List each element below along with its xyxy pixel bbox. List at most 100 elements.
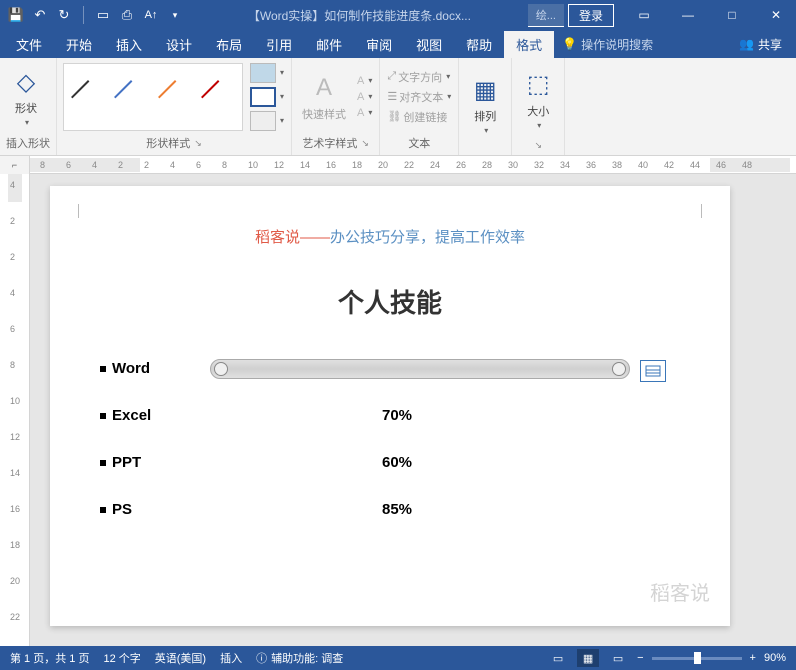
layout-options-icon[interactable] [640, 360, 666, 382]
ruler-corner[interactable]: ⌐ [0, 156, 30, 174]
close-icon[interactable]: ✕ [756, 0, 796, 30]
line-style-dark[interactable] [72, 81, 104, 113]
document-scroll[interactable]: 稻客说——办公技巧分享，提高工作效率 个人技能 Word Excel 70% [30, 174, 796, 646]
tell-me-search[interactable]: 💡 操作说明搜索 [562, 36, 653, 53]
progress-bar-word[interactable] [210, 359, 630, 379]
size-icon: ⬚ [522, 69, 554, 101]
text-direction-button: ⤢文字方向▾ [386, 68, 452, 86]
status-insert[interactable]: 插入 [220, 650, 242, 666]
group-insert-shape: ◇ 形状 ▾ 插入形状 [0, 58, 57, 155]
redo-icon[interactable]: ↻ [56, 7, 72, 23]
tell-me-label: 操作说明搜索 [581, 36, 653, 53]
tab-home[interactable]: 开始 [54, 31, 104, 58]
skill-value-ppt: 60% [382, 454, 412, 471]
view-read-icon[interactable]: ▭ [547, 649, 569, 667]
minimize-icon[interactable]: — [668, 0, 708, 30]
shape-style-gallery[interactable] [63, 63, 243, 131]
qat-icon-1[interactable]: ▭ [95, 7, 111, 23]
line-style-orange[interactable] [159, 81, 191, 113]
line-style-red[interactable] [202, 81, 234, 113]
tab-review[interactable]: 审阅 [354, 31, 404, 58]
wordart-launcher-icon[interactable]: ↘ [361, 138, 369, 149]
group-arrange: ▦ 排列 ▾ [459, 58, 512, 155]
size-button[interactable]: ⬚ 大小 ▾ [518, 65, 558, 134]
ribbon-options-icon[interactable]: ▭ [624, 0, 664, 30]
tab-format[interactable]: 格式 [504, 31, 554, 58]
text-fill-button: A▾ [356, 74, 373, 88]
shapes-label: 形状 [15, 100, 37, 116]
zoom-in-icon[interactable]: + [750, 652, 756, 664]
quick-access-toolbar: 💾 ↶ ↻ ▭ ⎙ A↑ ▾ [0, 6, 191, 24]
qat-dropdown-icon[interactable]: ▾ [167, 7, 183, 23]
align-text-button: ☰对齐文本▾ [386, 88, 452, 106]
group-label-text: 文本 [386, 133, 452, 153]
skill-value-ps: 85% [382, 501, 412, 518]
size-launcher-icon[interactable]: ↘ [534, 140, 542, 151]
font-inc-icon[interactable]: A↑ [143, 7, 159, 23]
status-page[interactable]: 第 1 页，共 1 页 [10, 650, 89, 666]
ruler-horizontal[interactable]: ⌐ 86422468101214161820222426283032343638… [0, 156, 796, 174]
header-blue-text: 办公技巧分享，提高工作效率 [330, 229, 525, 246]
page: 稻客说——办公技巧分享，提高工作效率 个人技能 Word Excel 70% [50, 186, 730, 626]
shape-outline-button[interactable]: ▾ [249, 86, 285, 108]
page-header: 稻客说——办公技巧分享，提高工作效率 [100, 226, 680, 247]
view-print-icon[interactable]: ▦ [577, 649, 599, 667]
tab-mailings[interactable]: 邮件 [304, 31, 354, 58]
group-label-wordart: 艺术字样式 [302, 135, 357, 151]
skill-row-ps: PS 85% [100, 501, 680, 518]
drawing-tools-label: 绘... [528, 4, 564, 27]
qat-icon-2[interactable]: ⎙ [119, 7, 135, 23]
tab-view[interactable]: 视图 [404, 31, 454, 58]
status-words[interactable]: 12 个字 [103, 650, 140, 666]
save-icon[interactable]: 💾 [8, 7, 24, 23]
ruler-vertical[interactable]: 42246810121416182022 [0, 174, 30, 646]
skill-row-excel: Excel 70% [100, 407, 680, 424]
wordart-icon: A [308, 72, 340, 104]
text-direction-icon: ⤢ [387, 70, 396, 83]
arrange-label: 排列 [474, 108, 496, 124]
zoom-level[interactable]: 90% [764, 652, 786, 664]
skill-row-ppt: PPT 60% [100, 454, 680, 471]
document-container: 42246810121416182022 稻客说——办公技巧分享，提高工作效率 … [0, 174, 796, 646]
title-bar: 💾 ↶ ↻ ▭ ⎙ A↑ ▾ 【Word实操】如何制作技能进度条.docx...… [0, 0, 796, 30]
arrange-icon: ▦ [469, 74, 501, 106]
login-button[interactable]: 登录 [568, 4, 614, 27]
arrange-button[interactable]: ▦ 排列 ▾ [465, 70, 505, 139]
ribbon-tabs: 文件 开始 插入 设计 布局 引用 邮件 审阅 视图 帮助 格式 💡 操作说明搜… [0, 30, 796, 58]
size-label: 大小 [527, 103, 549, 119]
share-button[interactable]: 👥 共享 [729, 32, 792, 57]
status-language[interactable]: 英语(美国) [155, 650, 206, 666]
quick-styles-button: A 快速样式 [298, 68, 350, 126]
maximize-icon[interactable]: □ [712, 0, 752, 30]
text-outline-button: A▾ [356, 90, 373, 104]
window-controls: 绘... 登录 ▭ — □ ✕ [528, 0, 796, 30]
line-style-blue[interactable] [115, 81, 147, 113]
document-title: 【Word实操】如何制作技能进度条.docx... [191, 7, 528, 24]
undo-icon[interactable]: ↶ [32, 7, 48, 23]
tab-design[interactable]: 设计 [154, 31, 204, 58]
group-wordart: A 快速样式 A▾ A▾ A▾ 艺术字样式↘ [292, 58, 380, 155]
shape-effects-button[interactable]: ▾ [249, 110, 285, 132]
accessibility-icon: ⓘ [256, 650, 267, 666]
page-title: 个人技能 [100, 283, 680, 320]
tab-layout[interactable]: 布局 [204, 31, 254, 58]
view-web-icon[interactable]: ▭ [607, 649, 629, 667]
status-accessibility[interactable]: ⓘ 辅助功能: 调查 [256, 650, 343, 666]
tab-references[interactable]: 引用 [254, 31, 304, 58]
shape-styles-launcher-icon[interactable]: ↘ [194, 138, 202, 149]
zoom-slider[interactable] [652, 657, 742, 660]
lightbulb-icon: 💡 [562, 37, 577, 51]
zoom-out-icon[interactable]: − [637, 652, 643, 664]
group-label-shape-styles: 形状样式 [146, 135, 190, 151]
tab-insert[interactable]: 插入 [104, 31, 154, 58]
shape-fill-button[interactable]: ▾ [249, 62, 285, 84]
skill-name-excel: Excel [112, 407, 182, 424]
skill-name-ps: PS [112, 501, 182, 518]
skill-name-word: Word [112, 360, 182, 377]
link-icon: ⛓ [387, 110, 401, 123]
shapes-button[interactable]: ◇ 形状 ▾ [6, 62, 46, 131]
tab-file[interactable]: 文件 [4, 31, 54, 58]
tab-help[interactable]: 帮助 [454, 31, 504, 58]
group-size: ⬚ 大小 ▾ ↘ [512, 58, 565, 155]
ribbon: ◇ 形状 ▾ 插入形状 ▾ ▾ ▾ 形状样式 ↘ A [0, 58, 796, 156]
